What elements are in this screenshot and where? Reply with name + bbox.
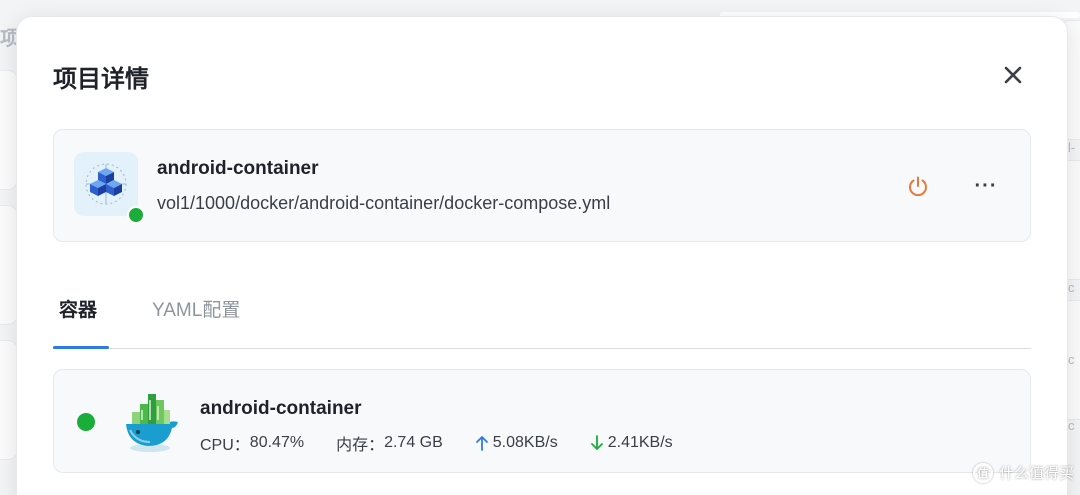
arrow-down-icon — [590, 435, 603, 450]
container-row[interactable]: android-container CPU： 80.47% 内存： 2.74 G… — [53, 369, 1031, 473]
background-text-fragment: c — [1068, 352, 1075, 367]
close-icon — [1004, 66, 1022, 84]
project-card: android-container vol1/1000/docker/andro… — [53, 129, 1031, 242]
tab-bar: 容器 YAML配置 — [53, 287, 1031, 349]
download-stat: 2.41KB/s — [590, 434, 673, 452]
watermark: 值 什么值得买 — [972, 462, 1074, 483]
close-button[interactable] — [999, 61, 1027, 89]
background-text-fragment: c — [1068, 418, 1075, 433]
memory-value: 2.74 GB — [384, 434, 443, 451]
project-detail-modal: 项目详情 android-container vol1/1000/docker/… — [16, 16, 1068, 495]
container-status-dot — [77, 413, 95, 431]
more-options-button[interactable]: ··· — [972, 172, 1000, 200]
tab-label: YAML配置 — [152, 300, 241, 321]
project-cube-icon — [74, 152, 138, 216]
more-options-icon: ··· — [974, 174, 998, 197]
tab-containers[interactable]: 容器 — [59, 295, 97, 338]
background-text-fragment: l- — [1068, 140, 1076, 155]
power-button[interactable] — [904, 172, 932, 200]
tab-yaml-config[interactable]: YAML配置 — [152, 295, 240, 338]
cpu-value: 80.47% — [249, 434, 305, 451]
memory-label: 内存： — [336, 437, 385, 454]
container-stats: CPU： 80.47% 内存： 2.74 GB 5.08KB/s 2.41KB/… — [200, 431, 673, 455]
container-name: android-container — [200, 398, 362, 419]
project-path: vol1/1000/docker/android-container/docke… — [157, 193, 611, 213]
download-value: 2.41KB/s — [607, 434, 673, 451]
memory-stat: 内存： 2.74 GB — [336, 431, 443, 455]
watermark-logo-icon: 值 — [972, 462, 993, 483]
arrow-up-icon — [475, 436, 488, 451]
project-name: android-container — [157, 158, 319, 179]
power-icon — [909, 176, 927, 197]
cpu-stat: CPU： 80.47% — [200, 431, 304, 455]
watermark-text: 什么值得买 — [998, 465, 1074, 482]
cpu-label: CPU： — [200, 437, 250, 454]
project-status-dot — [127, 206, 145, 224]
active-tab-indicator — [53, 346, 109, 349]
tab-label: 容器 — [59, 300, 98, 321]
modal-title: 项目详情 — [53, 66, 149, 93]
background-text-fragment: c — [1068, 280, 1075, 295]
upload-value: 5.08KB/s — [492, 434, 558, 451]
upload-stat: 5.08KB/s — [475, 434, 558, 452]
docker-whale-icon — [126, 394, 178, 452]
